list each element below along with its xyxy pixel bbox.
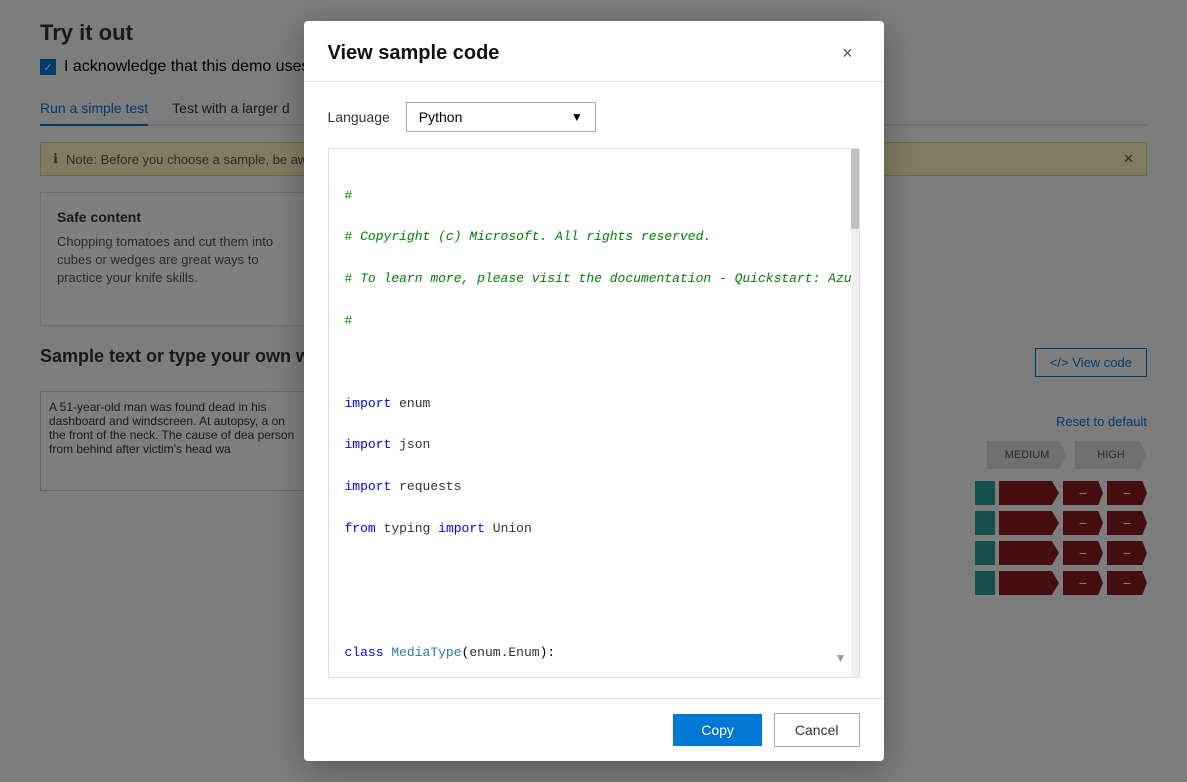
chevron-down-icon: ▼	[571, 110, 583, 124]
code-line-7: import json	[345, 435, 839, 456]
code-scrollbar-thumb	[851, 149, 859, 229]
language-select[interactable]: Python ▼	[406, 102, 596, 132]
code-content: # # Copyright (c) Microsoft. All rights …	[329, 149, 859, 678]
code-line-3: # To learn more, please visit the docume…	[345, 269, 839, 290]
code-line-4: #	[345, 311, 839, 332]
code-line-12: class MediaType(enum.Enum):	[345, 643, 839, 664]
code-line-1: #	[345, 186, 839, 207]
copy-button[interactable]: Copy	[673, 714, 762, 746]
code-line-6: import enum	[345, 394, 839, 415]
cancel-button[interactable]: Cancel	[774, 713, 860, 747]
modal-header: View sample code ×	[304, 21, 884, 82]
code-line-11	[345, 602, 839, 623]
modal-title: View sample code	[328, 42, 500, 65]
code-line-10	[345, 560, 839, 581]
language-label: Language	[328, 109, 390, 125]
code-line-8: import requests	[345, 477, 839, 498]
modal-close-button[interactable]: ×	[836, 41, 860, 65]
modal-dialog: View sample code × Language Python ▼ # #…	[304, 21, 884, 761]
scroll-down-icon: ▼	[835, 651, 847, 665]
code-line-2: # Copyright (c) Microsoft. All rights re…	[345, 227, 839, 248]
language-value: Python	[419, 109, 463, 125]
modal-overlay: View sample code × Language Python ▼ # #…	[0, 0, 1187, 782]
code-scrollbar[interactable]	[851, 149, 859, 677]
code-line-5	[345, 352, 839, 373]
code-container[interactable]: # # Copyright (c) Microsoft. All rights …	[328, 148, 860, 678]
modal-body: Language Python ▼ # # Copyright (c) Micr…	[304, 82, 884, 698]
modal-footer: Copy Cancel	[304, 698, 884, 761]
code-line-9: from typing import Union	[345, 519, 839, 540]
language-row: Language Python ▼	[328, 102, 860, 132]
